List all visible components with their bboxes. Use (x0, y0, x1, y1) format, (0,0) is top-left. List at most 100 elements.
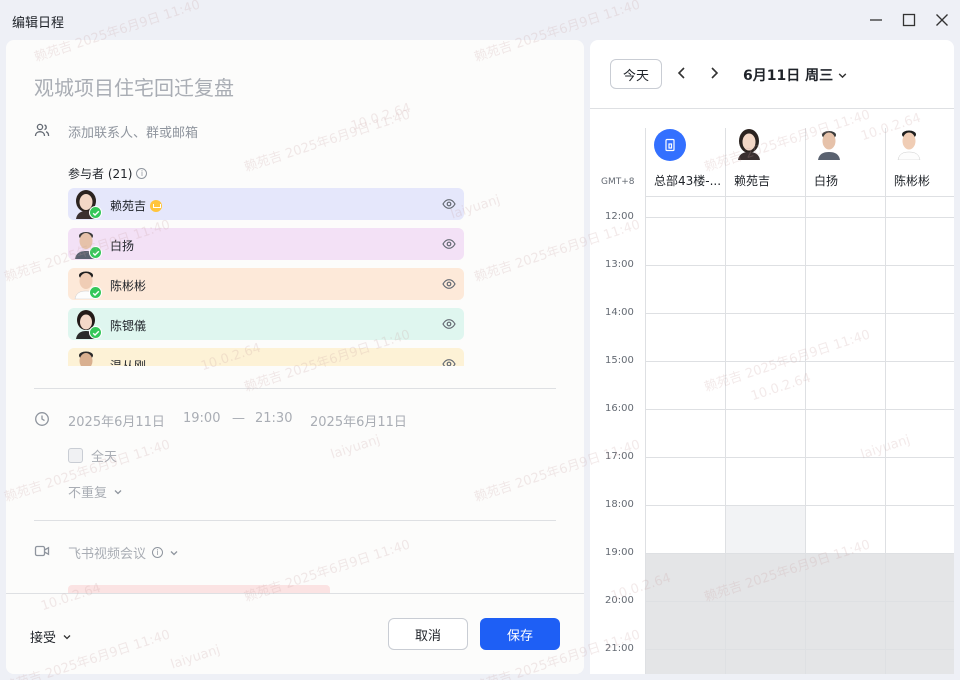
close-icon[interactable] (932, 10, 952, 30)
attendee-name: 白扬 (110, 239, 135, 253)
column-person[interactable]: 赖苑吉 (725, 128, 805, 196)
column-room[interactable]: 总部43楼-... (645, 128, 725, 196)
hour-line (645, 553, 954, 554)
window-title: 编辑日程 (12, 16, 65, 31)
column-line (805, 196, 806, 674)
accepted-check-icon (89, 326, 102, 339)
hour-label: 16:00 (605, 403, 634, 414)
event-title-input[interactable]: 观城项目住宅回迁复盘 (34, 72, 234, 101)
hour-label: 18:00 (605, 499, 634, 510)
chevron-down-icon (170, 550, 178, 555)
column-line (725, 196, 726, 674)
divider (34, 388, 556, 389)
attendee-name: 陈锶儀 (110, 319, 147, 333)
add-contact-input[interactable]: 添加联系人、群或邮箱 (68, 122, 198, 141)
header-divider (590, 108, 954, 109)
attendee-row[interactable]: 白扬 (68, 228, 464, 260)
hour-line (645, 409, 954, 410)
all-day-option[interactable]: 全天 (68, 446, 117, 465)
hour-line (645, 313, 954, 314)
editor-footer: 接受 取消 保存 (6, 593, 584, 674)
cancel-button[interactable]: 取消 (388, 618, 468, 650)
minimize-icon[interactable] (866, 10, 886, 30)
time-range-dash: — (232, 411, 245, 426)
rsvp-dropdown[interactable]: 接受 (30, 627, 72, 646)
chevron-left-icon[interactable] (674, 65, 690, 81)
divider (34, 520, 556, 521)
avatar (738, 129, 760, 160)
attendee-row[interactable]: 陈锶儀 (68, 308, 464, 340)
eye-icon[interactable] (442, 277, 456, 291)
info-icon[interactable]: i (152, 547, 164, 558)
info-icon[interactable]: i (136, 168, 148, 179)
save-button[interactable]: 保存 (480, 618, 560, 650)
accepted-check-icon (89, 286, 102, 299)
clock-icon (34, 411, 50, 431)
hour-line (645, 649, 954, 650)
video-meeting-option[interactable]: 飞书视频会议 i (68, 543, 179, 562)
eye-icon[interactable] (442, 197, 456, 211)
attendee-name: 温从刚 (110, 359, 147, 366)
end-date-field[interactable]: 2025年6月11日 (310, 411, 407, 430)
column-person[interactable]: 白扬 (805, 128, 885, 196)
attendees-label: 参与者 (21) i (68, 165, 148, 182)
hour-label: 12:00 (605, 211, 634, 222)
all-day-checkbox[interactable] (68, 448, 83, 463)
accepted-check-icon (89, 246, 102, 259)
hour-label: 17:00 (605, 451, 634, 462)
start-time-field[interactable]: 19:00 (183, 411, 220, 426)
column-name: 总部43楼-... (654, 174, 722, 188)
schedule-panel: 今天 6月11日 周三 GMT+8 总部43楼-... 赖苑吉 白扬 陈彬彬 1… (590, 40, 954, 674)
hour-line (645, 601, 954, 602)
maximize-icon[interactable] (899, 10, 919, 30)
date-label: 6月11日 周三 (743, 68, 834, 84)
chevron-down-icon (114, 489, 122, 494)
end-time-field[interactable]: 21:30 (255, 411, 292, 426)
hour-line (645, 505, 954, 506)
attendee-name: 陈彬彬 (110, 279, 147, 293)
column-name: 白扬 (814, 174, 839, 188)
accepted-check-icon (89, 206, 102, 219)
meeting-room-icon (654, 129, 686, 161)
chevron-down-icon (838, 72, 847, 78)
timezone-label: GMT+8 (601, 177, 635, 187)
attendee-name: 赖苑吉 (110, 197, 163, 214)
today-button[interactable]: 今天 (610, 59, 662, 89)
eye-icon[interactable] (442, 357, 456, 366)
attendee-row[interactable]: 陈彬彬 (68, 268, 464, 300)
column-name: 陈彬彬 (894, 174, 931, 188)
date-picker[interactable]: 6月11日 周三 (743, 65, 848, 85)
busy-block (645, 553, 954, 674)
attendee-row[interactable]: 温从刚 (68, 348, 464, 366)
time-grid[interactable]: 12:00 13:00 14:00 15:00 16:00 17:00 18:0… (590, 196, 954, 674)
column-name: 赖苑吉 (734, 174, 771, 188)
video-meeting-label: 飞书视频会议 (68, 547, 147, 562)
title-bar: 编辑日程 (0, 0, 960, 40)
avatar (818, 131, 840, 160)
hour-line (645, 217, 954, 218)
hour-label: 13:00 (605, 259, 634, 270)
column-line (885, 196, 886, 674)
all-day-label: 全天 (91, 450, 118, 465)
chevron-right-icon[interactable] (706, 65, 722, 81)
hour-label: 20:00 (605, 595, 634, 606)
attendee-row[interactable]: 赖苑吉 (68, 188, 464, 220)
contacts-icon (34, 122, 50, 142)
eye-icon[interactable] (442, 317, 456, 331)
attendees-count: 参与者 (21) (68, 167, 133, 181)
hour-label: 21:00 (605, 643, 634, 654)
avatar (897, 130, 921, 160)
hour-label: 19:00 (605, 547, 634, 558)
video-camera-icon (34, 543, 50, 563)
start-date-field[interactable]: 2025年6月11日 (68, 411, 165, 430)
repeat-dropdown[interactable]: 不重复 (68, 482, 123, 501)
avatar (79, 351, 93, 366)
hour-label: 15:00 (605, 355, 634, 366)
event-editor-panel: 观城项目住宅回迁复盘 添加联系人、群或邮箱 参与者 (21) i 赖苑吉 白扬 … (6, 40, 584, 674)
column-person[interactable]: 陈彬彬 (885, 128, 954, 196)
chevron-down-icon (63, 634, 71, 639)
eye-icon[interactable] (442, 237, 456, 251)
hour-line (645, 265, 954, 266)
attendee-name-text: 赖苑吉 (110, 199, 147, 213)
hour-line (645, 361, 954, 362)
